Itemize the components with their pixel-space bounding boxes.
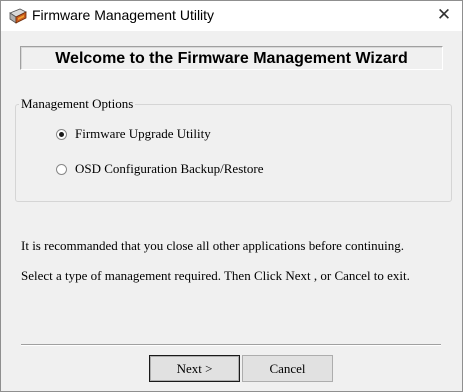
option-firmware-upgrade-label: Firmware Upgrade Utility [75,126,211,141]
firmware-app-icon [9,8,27,24]
radio-unchecked-icon[interactable] [56,163,67,175]
title-bar: Firmware Management Utility ✕ [1,1,462,31]
option-osd-backup-restore-label: OSD Configuration Backup/Restore [75,161,264,176]
dialog-window: Firmware Management Utility ✕ Welcome to… [0,0,463,392]
wizard-heading: Welcome to the Firmware Management Wizar… [55,50,408,67]
option-firmware-upgrade[interactable]: Firmware Upgrade Utility [56,125,211,143]
instruction-close-apps: It is recommanded that you close all oth… [21,238,405,253]
button-separator [21,344,441,346]
management-options-group [15,104,452,202]
instruction-select-type: Select a type of management required. Th… [21,268,410,283]
radio-checked-icon[interactable] [56,128,67,140]
window-title: Firmware Management Utility [32,7,215,23]
close-icon[interactable]: ✕ [434,4,454,26]
next-button[interactable]: Next > [149,355,240,382]
option-osd-backup-restore[interactable]: OSD Configuration Backup/Restore [56,160,263,178]
management-options-legend: Management Options [19,96,136,112]
welcome-banner: Welcome to the Firmware Management Wizar… [20,46,443,70]
cancel-button[interactable]: Cancel [242,355,333,382]
